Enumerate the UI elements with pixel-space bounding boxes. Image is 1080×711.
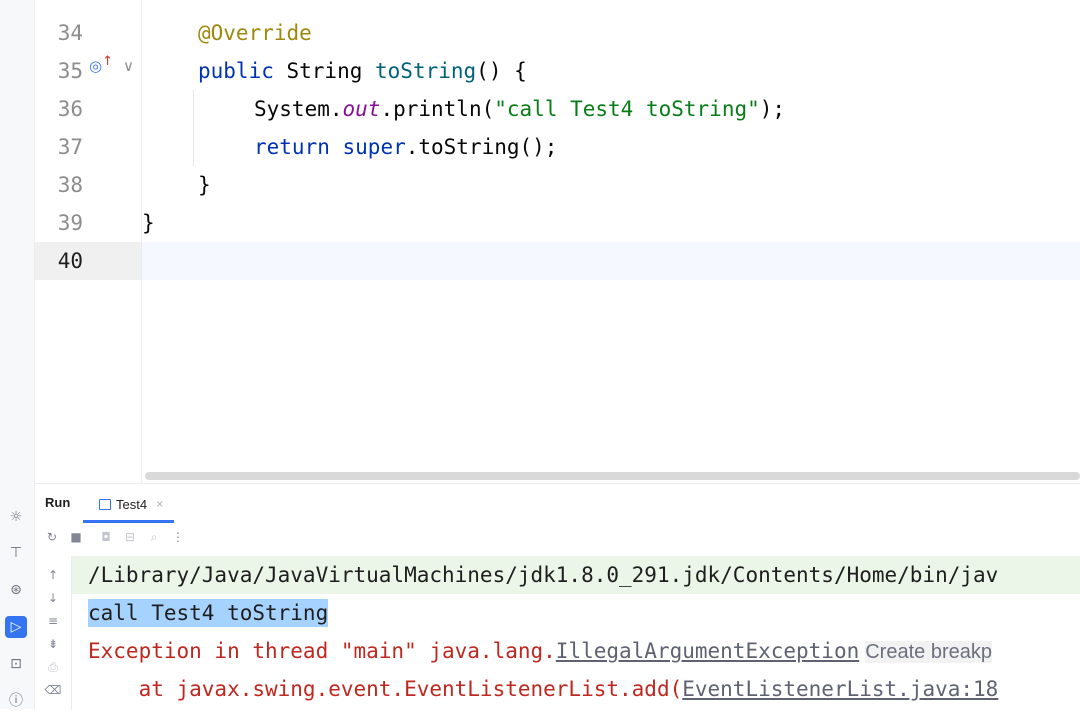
- fold-chevron-icon[interactable]: ∨: [123, 57, 134, 75]
- trash-icon[interactable]: ⌫: [44, 681, 62, 699]
- terminal-icon[interactable]: ⊡: [5, 653, 27, 675]
- code-line-35: public String toString() {: [198, 52, 527, 90]
- indent-guide: [193, 90, 194, 166]
- editor-horizontal-scrollbar[interactable]: [145, 472, 1080, 480]
- services-icon[interactable]: ⊛: [5, 579, 27, 601]
- code-token: System.: [254, 97, 343, 121]
- line-number: 38: [57, 173, 83, 197]
- line-number: 39: [57, 211, 83, 235]
- console-output-line: call Test4 toString: [72, 594, 1080, 632]
- console-side-toolbar: ↑ ↓ ≡ ⇟ ⎙ ⌫: [35, 556, 72, 710]
- console-command-line: /Library/Java/JavaVirtualMachines/jdk1.8…: [72, 556, 1080, 594]
- code-token: .toString();: [405, 135, 558, 159]
- scroll-down-icon[interactable]: ↓: [44, 589, 62, 607]
- code-line-38: }: [198, 166, 211, 204]
- current-line-highlight: [35, 242, 1080, 280]
- problems-icon[interactable]: ⓘ: [5, 689, 27, 711]
- console-tab-icon: [99, 498, 111, 510]
- create-breakpoint-hint[interactable]: Create breakp: [865, 641, 992, 663]
- exception-link[interactable]: IllegalArgumentException: [556, 639, 859, 663]
- find-icon[interactable]: ⌕: [145, 528, 163, 546]
- console-stack-line: at javax.swing.event.EventListenerList.a…: [72, 670, 1080, 708]
- code-line-36: System.out.println("call Test4 toString"…: [254, 90, 785, 128]
- code-line-39: }: [142, 204, 155, 242]
- go-to-super-arrow-icon: ↑: [102, 54, 113, 69]
- code-token: );: [759, 97, 786, 121]
- camera-icon[interactable]: ◘: [97, 528, 115, 546]
- line-number: 36: [57, 97, 83, 121]
- code-line-34: @Override: [198, 14, 312, 52]
- code-token: .println(: [380, 97, 495, 121]
- rerun-icon[interactable]: ↻: [43, 528, 61, 546]
- keyword-token: return: [254, 135, 330, 159]
- line-number: 37: [57, 135, 83, 159]
- line-number: 40: [57, 249, 83, 273]
- closing-brace: }: [142, 211, 155, 235]
- method-name-token: toString: [375, 59, 477, 83]
- code-editor[interactable]: 34 35 36 37 38 39 40 ◎↑ ∨ @Override publi…: [35, 0, 1080, 483]
- console-error-line: Exception in thread "main" java.lang.Ill…: [72, 632, 1080, 670]
- type-token: String: [273, 59, 376, 83]
- active-tab-indicator: [83, 520, 174, 523]
- scroll-to-end-icon[interactable]: ⇟: [44, 635, 62, 653]
- closing-brace: }: [198, 173, 211, 197]
- line-number: 34: [57, 21, 83, 45]
- stack-text: at javax.swing.event.EventListenerList.a…: [88, 677, 683, 701]
- scroll-up-icon[interactable]: ↑: [44, 566, 62, 584]
- tab-test4[interactable]: Test4 ×: [93, 490, 169, 518]
- selected-output-text[interactable]: call Test4 toString: [88, 599, 329, 627]
- run-tab-bar: Run Test4 ×: [35, 484, 1080, 523]
- string-literal-token: "call Test4 toString": [494, 97, 760, 121]
- stop-icon[interactable]: ■: [67, 528, 85, 546]
- editor-gutter: 34 35 36 37 38 39 40 ◎↑ ∨: [35, 0, 142, 483]
- run-tool-window: Run Test4 × ↻ ■ ◘ ⊟ ⌕ ⋮ ↑ ↓ ≡ ⇟ ⎙ ⌫ /Lib…: [35, 483, 1080, 710]
- annotation-token: @Override: [198, 21, 312, 45]
- stack-source-link[interactable]: EventListenerList.java:18: [682, 677, 998, 701]
- overrides-method-icon[interactable]: ◎: [89, 57, 102, 75]
- run-toolbar: ↻ ■ ◘ ⊟ ⌕ ⋮: [35, 526, 235, 550]
- more-options-icon[interactable]: ⋮: [169, 528, 187, 546]
- override-gutter-marker[interactable]: ◎↑ ∨: [89, 54, 134, 85]
- debug-icon[interactable]: ☼: [5, 506, 27, 528]
- code-line-37: return super.toString();: [254, 128, 557, 166]
- keyword-token: public: [198, 59, 274, 83]
- tool-window-strip: ☼ ⊤ ⊛ ▷ ⊡ ⓘ: [0, 0, 35, 709]
- run-panel-title: Run: [45, 495, 71, 510]
- keyword-token: super: [342, 135, 406, 159]
- close-icon[interactable]: ×: [156, 497, 163, 511]
- restore-layout-icon[interactable]: ⊟: [121, 528, 139, 546]
- error-text: Exception in thread "main" java.lang.: [88, 639, 556, 663]
- print-icon[interactable]: ⎙: [44, 658, 62, 676]
- build-icon[interactable]: ⊤: [5, 542, 27, 564]
- console-output[interactable]: /Library/Java/JavaVirtualMachines/jdk1.8…: [72, 556, 1080, 710]
- soft-wrap-icon[interactable]: ≡: [44, 612, 62, 630]
- tab-label: Test4: [116, 496, 148, 512]
- static-field-token: out: [342, 97, 381, 121]
- run-icon[interactable]: ▷: [5, 616, 27, 638]
- line-number: 35: [57, 59, 83, 83]
- code-token: () {: [476, 59, 527, 83]
